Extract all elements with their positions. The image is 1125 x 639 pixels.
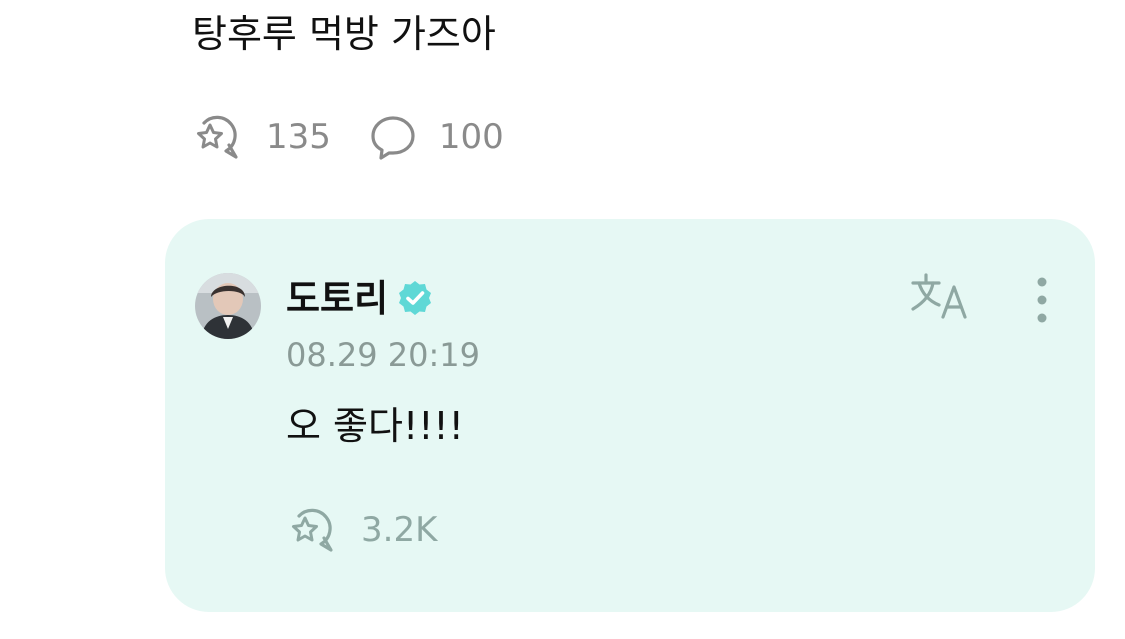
star-bubble-icon [197,115,238,159]
verified-badge-icon [399,281,432,315]
comment-timestamp: 08.29 20:19 [286,336,480,374]
more-vertical-icon [1037,277,1047,323]
post-actions: 135 100 [192,112,504,162]
star-bubble-icon [292,508,333,552]
author-name[interactable]: 도토리 [286,280,388,317]
comment-like-count: 3.2K [361,510,438,550]
translate-button[interactable] [909,271,975,327]
avatar[interactable] [195,273,261,339]
comment-card: 도토리 08.29 20:19 오 좋다!!!! 3.2K [165,219,1095,612]
post-like-button[interactable]: 135 [192,113,331,161]
comment-text: 오 좋다!!!! [286,404,464,448]
more-options-button[interactable] [1027,275,1057,325]
comment-like-button[interactable]: 3.2K [287,505,437,555]
author-row: 도토리 [286,275,434,321]
speech-bubble-icon [371,116,415,160]
translate-icon [911,273,967,319]
post-like-count: 135 [266,117,331,157]
post-comment-count: 100 [438,117,504,157]
post-text: 탕후루 먹방 가즈아 [192,12,496,56]
post-comment-button[interactable]: 100 [369,113,504,161]
